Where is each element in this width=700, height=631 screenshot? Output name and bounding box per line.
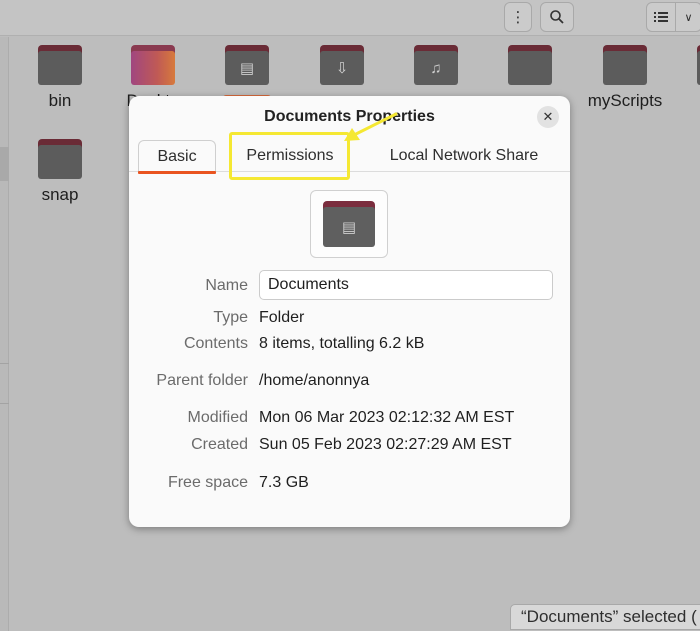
pointer-arrow-icon — [344, 112, 398, 141]
contents-value: 8 items, totalling 6.2 kB — [259, 335, 425, 352]
file-manager-toolbar: ⋮ ∨ — [0, 0, 700, 36]
list-view-button[interactable] — [646, 2, 676, 32]
file-item-music[interactable]: ♫ — [393, 45, 479, 85]
file-item-folder[interactable] — [487, 45, 573, 85]
created-label: Created — [191, 436, 248, 453]
file-item-p[interactable]: P — [676, 45, 700, 110]
file-name: snap — [41, 185, 79, 204]
contents-label: Contents — [183, 335, 248, 352]
free-space-label: Free space — [167, 474, 248, 491]
name-field[interactable] — [259, 270, 553, 300]
sidebar-divider — [0, 403, 9, 404]
parent-folder-value: /home/anonnya — [259, 372, 370, 389]
folder-icon — [508, 45, 552, 85]
name-label: Name — [205, 277, 248, 294]
music-folder-icon: ♫ — [414, 45, 458, 85]
desktop-folder-icon — [131, 45, 175, 85]
search-button[interactable] — [540, 2, 574, 32]
documents-folder-icon: ▤ — [323, 201, 375, 247]
search-icon — [550, 10, 564, 24]
file-item-documents[interactable]: ▤ — [204, 45, 290, 105]
modified-label: Modified — [187, 409, 248, 426]
sidebar-divider — [0, 363, 9, 364]
file-item-myscripts[interactable]: myScripts — [582, 45, 668, 110]
folder-preview: ▤ — [310, 190, 388, 258]
folder-icon — [38, 45, 82, 85]
sidebar — [0, 37, 9, 631]
kebab-menu-icon: ⋮ — [510, 8, 526, 26]
permissions-highlight-box — [229, 132, 350, 180]
file-item-snap[interactable]: snap — [17, 139, 103, 204]
view-options-button[interactable]: ∨ — [676, 2, 700, 32]
chevron-down-icon: ∨ — [684, 11, 693, 24]
close-icon: ✕ — [542, 109, 554, 124]
folder-icon — [38, 139, 82, 179]
folder-icon — [603, 45, 647, 85]
parent-folder-label: Parent folder — [156, 372, 248, 389]
downloads-folder-icon: ⇩ — [320, 45, 364, 85]
list-view-icon — [654, 12, 668, 22]
file-name: myScripts — [587, 91, 663, 110]
created-value: Sun 05 Feb 2023 02:27:29 AM EST — [259, 436, 512, 453]
documents-folder-icon: ▤ — [225, 45, 269, 85]
menu-button[interactable]: ⋮ — [504, 2, 532, 32]
tab-basic[interactable]: Basic — [138, 140, 216, 174]
file-item-downloads[interactable]: ⇩ — [299, 45, 385, 85]
modified-value: Mon 06 Mar 2023 02:12:32 AM EST — [259, 409, 515, 426]
type-label: Type — [213, 309, 248, 326]
status-bar: “Documents” selected ( — [510, 604, 700, 630]
close-button[interactable]: ✕ — [537, 106, 559, 128]
type-value: Folder — [259, 309, 305, 326]
file-item-bin[interactable]: bin — [17, 45, 103, 110]
free-space-value: 7.3 GB — [259, 474, 309, 491]
file-name: bin — [48, 91, 72, 110]
sidebar-item-selected[interactable] — [0, 147, 9, 181]
